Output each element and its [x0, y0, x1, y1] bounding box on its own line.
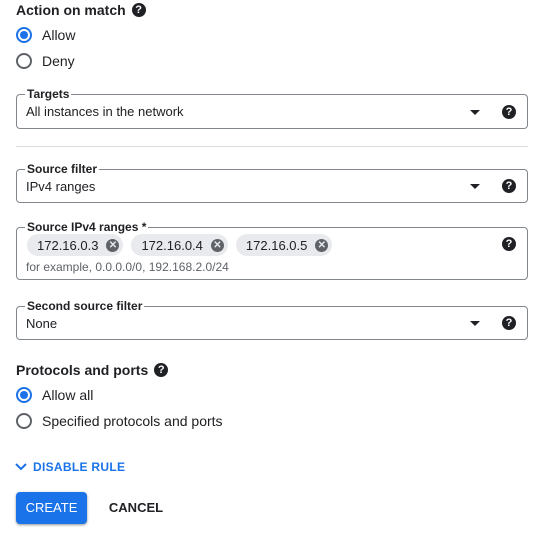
disable-rule-toggle[interactable]: DISABLE RULE [14, 460, 125, 474]
source-ipv4-ranges-label: Source IPv4 ranges * [25, 219, 149, 235]
radio-allow-all-label: Allow all [42, 387, 94, 403]
remove-chip-icon[interactable]: ✕ [106, 238, 120, 252]
radio-allow[interactable]: Allow [16, 27, 75, 43]
radio-allow-all[interactable]: Allow all [16, 387, 93, 403]
chip-list: 172.16.0.3 ✕ 172.16.0.4 ✕ 172.16.0.5 ✕ [27, 234, 340, 256]
protocols-title: Protocols and ports ? [16, 362, 169, 378]
divider [16, 146, 528, 147]
help-icon[interactable]: ? [154, 363, 169, 377]
radio-unchecked-icon[interactable] [16, 53, 32, 69]
help-icon[interactable]: ? [131, 3, 146, 17]
dropdown-caret-icon[interactable] [470, 321, 480, 326]
remove-chip-icon[interactable]: ✕ [210, 238, 224, 252]
second-source-filter-value: None [26, 316, 58, 331]
second-source-filter-label: Second source filter [25, 298, 145, 314]
ip-chip[interactable]: 172.16.0.4 ✕ [131, 234, 228, 256]
help-icon[interactable]: ? [502, 179, 516, 193]
second-source-filter-select[interactable]: Second source filter None ? [16, 298, 528, 340]
targets-select[interactable]: Targets All instances in the network ? [16, 86, 528, 129]
dropdown-caret-icon[interactable] [470, 110, 480, 115]
help-icon[interactable]: ? [502, 237, 516, 251]
remove-chip-icon[interactable]: ✕ [315, 238, 329, 252]
ip-chip[interactable]: 172.16.0.3 ✕ [27, 234, 124, 256]
radio-deny[interactable]: Deny [16, 53, 75, 69]
action-on-match-title: Action on match ? [16, 2, 146, 18]
help-icon[interactable]: ? [502, 105, 516, 119]
radio-checked-icon[interactable] [16, 387, 32, 403]
ip-chip-label: 172.16.0.5 [245, 237, 308, 253]
radio-allow-label: Allow [42, 27, 76, 43]
disable-rule-label: DISABLE RULE [33, 460, 126, 474]
cancel-button[interactable]: CANCEL [102, 492, 170, 524]
source-filter-value: IPv4 ranges [26, 179, 96, 194]
radio-specified[interactable]: Specified protocols and ports [16, 413, 223, 429]
radio-unchecked-icon[interactable] [16, 413, 32, 429]
help-icon[interactable]: ? [502, 316, 516, 330]
source-filter-select[interactable]: Source filter IPv4 ranges ? [16, 161, 528, 203]
create-button[interactable]: CREATE [16, 492, 87, 524]
ip-chip-label: 172.16.0.3 [37, 237, 99, 253]
ip-chip-label: 172.16.0.4 [141, 237, 203, 253]
chevron-down-icon [15, 463, 27, 471]
dropdown-caret-icon[interactable] [470, 184, 480, 189]
ip-chip[interactable]: 172.16.0.5 ✕ [235, 234, 333, 256]
source-filter-label: Source filter [25, 161, 100, 177]
radio-deny-label: Deny [42, 53, 75, 69]
action-on-match-label: Action on match [16, 2, 126, 18]
radio-checked-icon[interactable] [16, 27, 32, 43]
targets-value: All instances in the network [26, 104, 184, 119]
protocols-label: Protocols and ports [16, 362, 149, 378]
radio-specified-label: Specified protocols and ports [42, 413, 223, 429]
source-ipv4-ranges-field[interactable]: Source IPv4 ranges * 172.16.0.3 ✕ 172.16… [16, 219, 528, 280]
ip-ranges-placeholder[interactable]: for example, 0.0.0.0/0, 192.168.2.0/24 [26, 260, 229, 274]
targets-label: Targets [25, 86, 72, 102]
